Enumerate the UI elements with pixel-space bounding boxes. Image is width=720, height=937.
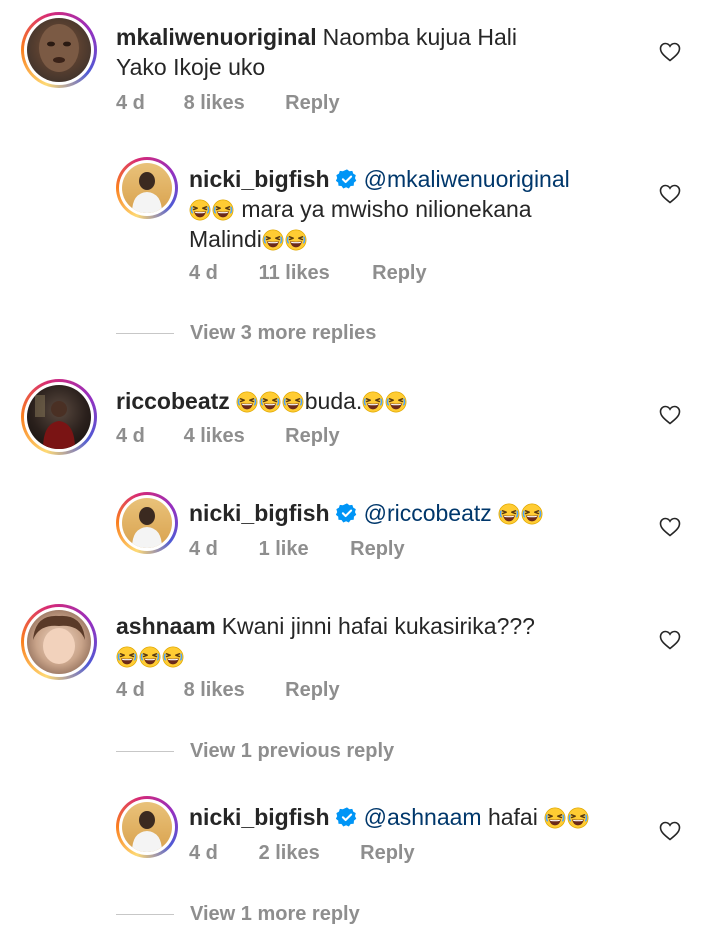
- comment-meta: 4 d 8 likes Reply: [116, 679, 340, 702]
- reply-button[interactable]: Reply: [285, 425, 339, 448]
- timestamp: 4 d: [189, 842, 218, 864]
- avatar[interactable]: [21, 379, 97, 455]
- username[interactable]: nicki_bigfish: [189, 500, 330, 526]
- comment-meta: 4 d 2 likes Reply: [189, 842, 415, 865]
- avatar-image: [122, 802, 172, 852]
- timestamp: 4 d: [189, 538, 218, 560]
- grinning-squinting-face-emoji: [567, 807, 589, 829]
- avatar[interactable]: [116, 157, 178, 219]
- heart-icon[interactable]: [658, 403, 682, 427]
- grinning-squinting-face-emoji: [498, 503, 520, 525]
- username[interactable]: nicki_bigfish: [189, 166, 330, 192]
- comment-text: buda.: [304, 388, 363, 414]
- grinning-squinting-face-emoji: [282, 391, 304, 413]
- view-more-label[interactable]: View 1 more reply: [190, 903, 360, 925]
- username[interactable]: riccobeatz: [116, 388, 230, 414]
- reply-button[interactable]: Reply: [372, 262, 426, 285]
- avatar-image: [122, 498, 172, 548]
- grinning-squinting-face-emoji: [259, 391, 281, 413]
- comment-meta: 4 d 8 likes Reply: [116, 92, 340, 115]
- grinning-squinting-face-emoji: [285, 229, 307, 251]
- divider-line: [116, 333, 174, 335]
- grinning-squinting-face-emoji: [262, 229, 284, 251]
- timestamp: 4 d: [189, 262, 218, 284]
- avatar[interactable]: [21, 604, 97, 680]
- divider-line: [116, 914, 174, 916]
- comment-body: mkaliwenuoriginal Naomba kujua Hali Yako …: [116, 22, 636, 82]
- comment-body: nicki_bigfish @mkaliwenuoriginal mara ya …: [189, 164, 629, 254]
- mention-link[interactable]: @mkaliwenuoriginal: [364, 166, 570, 192]
- username[interactable]: nicki_bigfish: [189, 804, 330, 830]
- comment-meta: 4 d 4 likes Reply: [116, 425, 340, 448]
- likes-count[interactable]: 8 likes: [184, 679, 280, 702]
- reply-button[interactable]: Reply: [285, 679, 339, 702]
- grinning-squinting-face-emoji: [162, 646, 184, 668]
- grinning-squinting-face-emoji: [236, 391, 258, 413]
- comment-text: Naomba kujua Hali: [322, 24, 517, 50]
- verified-badge-icon: [336, 168, 358, 190]
- mention-link[interactable]: @riccobeatz: [364, 500, 492, 526]
- view-more-label[interactable]: View 1 previous reply: [190, 740, 394, 762]
- grinning-squinting-face-emoji: [212, 199, 234, 221]
- mention-link[interactable]: @ashnaam: [364, 804, 482, 830]
- comment-meta: 4 d 1 like Reply: [189, 538, 405, 561]
- heart-icon[interactable]: [658, 182, 682, 206]
- avatar-image: [27, 385, 91, 449]
- likes-count[interactable]: 11 likes: [259, 262, 367, 285]
- reply-button[interactable]: Reply: [350, 538, 404, 561]
- heart-icon[interactable]: [658, 628, 682, 652]
- username[interactable]: ashnaam: [116, 613, 216, 639]
- timestamp: 4 d: [116, 92, 145, 114]
- comment-text: mara ya mwisho nilionekana: [241, 196, 532, 222]
- avatar-image: [122, 163, 172, 213]
- comment-body: ashnaam Kwani jinni hafai kukasirika???: [116, 611, 636, 671]
- verified-badge-icon: [336, 806, 358, 828]
- comment-meta: 4 d 11 likes Reply: [189, 262, 427, 285]
- grinning-squinting-face-emoji: [521, 503, 543, 525]
- avatar-image: [27, 18, 91, 82]
- timestamp: 4 d: [116, 425, 145, 447]
- view-more-replies[interactable]: View 1 more reply: [116, 903, 360, 926]
- avatar-image: [27, 610, 91, 674]
- heart-icon[interactable]: [658, 819, 682, 843]
- comment-text: Yako Ikoje uko: [116, 54, 266, 80]
- divider-line: [116, 751, 174, 753]
- view-more-replies[interactable]: View 3 more replies: [116, 322, 376, 345]
- comment-body: nicki_bigfish @ashnaam hafai: [189, 802, 629, 832]
- likes-count[interactable]: 1 like: [259, 538, 345, 561]
- comment-text: hafai: [487, 804, 538, 830]
- comment-body: nicki_bigfish @riccobeatz: [189, 498, 629, 528]
- comment-text: Kwani jinni hafai kukasirika???: [221, 613, 535, 639]
- likes-count[interactable]: 8 likes: [184, 92, 280, 115]
- comment-body: riccobeatz buda.: [116, 386, 636, 416]
- likes-count[interactable]: 2 likes: [259, 842, 355, 865]
- avatar[interactable]: [116, 796, 178, 858]
- reply-button[interactable]: Reply: [285, 92, 339, 115]
- username[interactable]: mkaliwenuoriginal: [116, 24, 317, 50]
- grinning-squinting-face-emoji: [544, 807, 566, 829]
- heart-icon[interactable]: [658, 40, 682, 64]
- heart-icon[interactable]: [658, 515, 682, 539]
- likes-count[interactable]: 4 likes: [184, 425, 280, 448]
- verified-badge-icon: [336, 502, 358, 524]
- grinning-squinting-face-emoji: [362, 391, 384, 413]
- comment-text: Malindi: [189, 226, 262, 252]
- view-more-label[interactable]: View 3 more replies: [190, 322, 376, 344]
- reply-button[interactable]: Reply: [360, 842, 414, 865]
- timestamp: 4 d: [116, 679, 145, 701]
- avatar[interactable]: [21, 12, 97, 88]
- view-previous-replies[interactable]: View 1 previous reply: [116, 740, 394, 763]
- grinning-squinting-face-emoji: [385, 391, 407, 413]
- grinning-squinting-face-emoji: [189, 199, 211, 221]
- grinning-squinting-face-emoji: [116, 646, 138, 668]
- grinning-squinting-face-emoji: [139, 646, 161, 668]
- avatar[interactable]: [116, 492, 178, 554]
